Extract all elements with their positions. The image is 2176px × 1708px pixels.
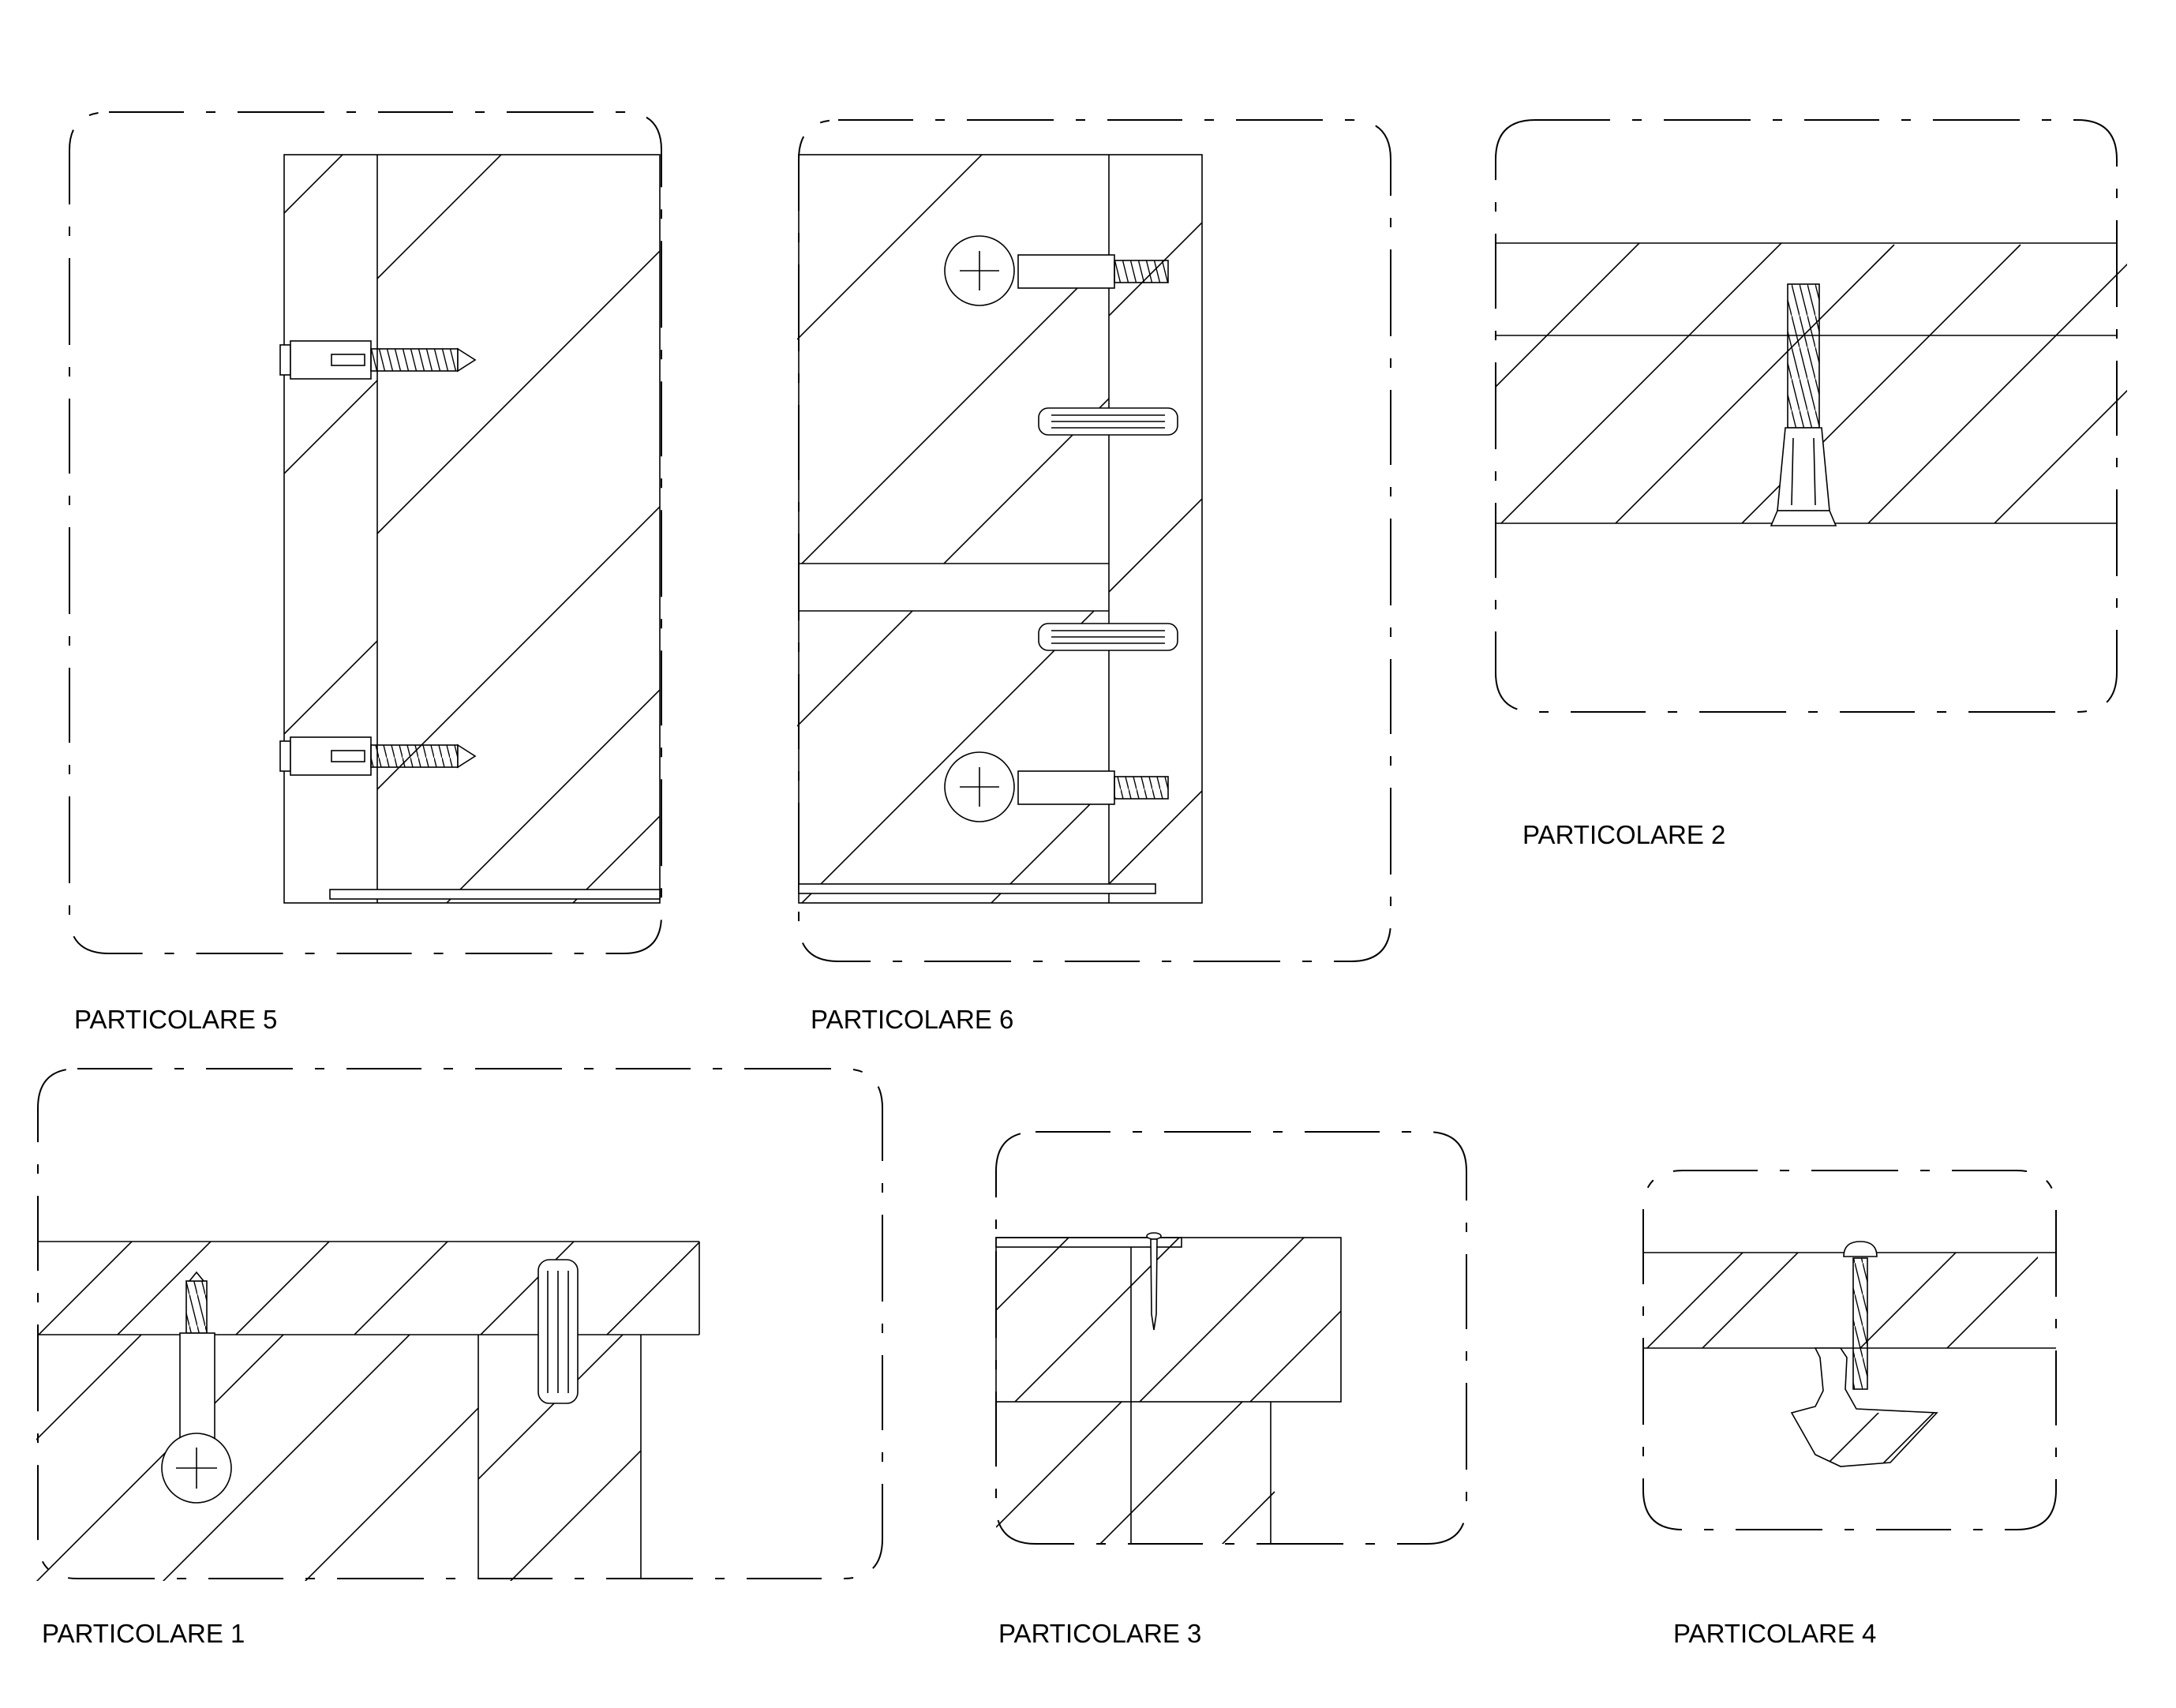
cam-lock-icon bbox=[161, 1271, 232, 1504]
detail-3-hatch-top bbox=[996, 1238, 1341, 1402]
detail-4-hatch bbox=[1646, 1253, 2038, 1348]
detail-5-hatch-left bbox=[284, 155, 377, 735]
cam-lock-icon bbox=[944, 751, 1169, 822]
detail-1-hatch-top bbox=[37, 1242, 699, 1335]
detail-6-frame bbox=[798, 119, 1391, 962]
detail-2: PARTICOLARE 2 bbox=[1495, 119, 2127, 849]
bolt-icon bbox=[1843, 1241, 1878, 1390]
wood-screw-icon bbox=[1770, 283, 1837, 526]
detail-3: PARTICOLARE 3 bbox=[995, 1131, 1467, 1648]
detail-6-shelf-edge bbox=[798, 883, 1156, 894]
detail-6-label: PARTICOLARE 6 bbox=[811, 1005, 1013, 1034]
detail-3-label: PARTICOLARE 3 bbox=[998, 1619, 1201, 1648]
detail-5: PARTICOLARE 5 bbox=[69, 111, 662, 1034]
detail-6: PARTICOLARE 6 bbox=[797, 119, 1391, 1034]
wooden-dowel-icon bbox=[537, 1259, 579, 1404]
cam-lock-icon bbox=[944, 235, 1169, 306]
detail-1: PARTICOLARE 1 bbox=[36, 1068, 883, 1648]
detail-4-frame bbox=[1642, 1170, 2057, 1530]
detail-3-hatch-bottom bbox=[996, 1402, 1275, 1544]
detail-5-hatch-right bbox=[377, 155, 660, 903]
technical-drawing: PARTICOLARE 5 PARTICOLARE 6 PARTICOLARE … bbox=[36, 111, 2127, 1648]
wooden-dowel-icon bbox=[1038, 407, 1178, 436]
detail-5-frame bbox=[69, 111, 662, 954]
detail-1-hatch-right bbox=[478, 1335, 641, 1581]
detail-6-hatch-top bbox=[797, 155, 1109, 564]
detail-4-label: PARTICOLARE 4 bbox=[1673, 1619, 1876, 1648]
detail-5-label: PARTICOLARE 5 bbox=[74, 1005, 277, 1034]
detail-4: PARTICOLARE 4 bbox=[1642, 1170, 2057, 1648]
wooden-dowel-icon bbox=[1038, 623, 1178, 651]
detail-1-label: PARTICOLARE 1 bbox=[42, 1619, 245, 1648]
detail-5-shelf-edge bbox=[329, 889, 661, 900]
detail-1-hatch-left bbox=[36, 1335, 478, 1581]
detail-2-label: PARTICOLARE 2 bbox=[1522, 820, 1725, 849]
detail-3-frame bbox=[995, 1131, 1467, 1545]
detail-1-frame bbox=[37, 1068, 883, 1579]
